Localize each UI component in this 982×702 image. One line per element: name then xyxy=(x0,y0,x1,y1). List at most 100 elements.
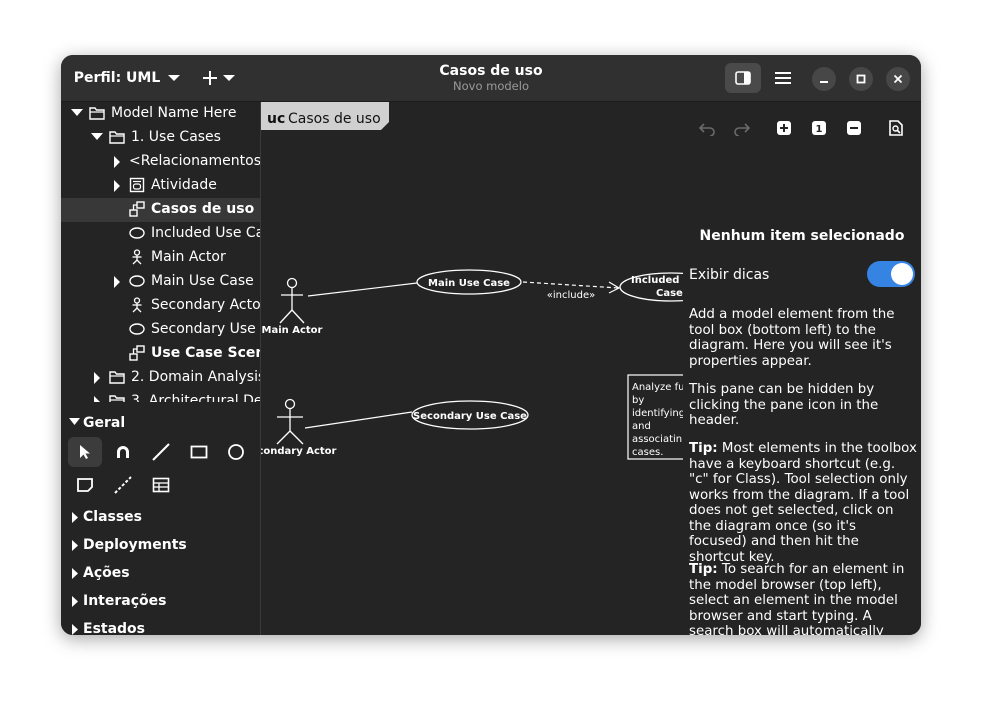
sidebar-pane-icon xyxy=(735,71,751,85)
toggle-knob xyxy=(891,263,913,285)
toolbox-section-estados[interactable]: Estados xyxy=(61,618,260,635)
toolbox-section-label: Estados xyxy=(83,621,146,635)
toolbox-section-label: Interações xyxy=(83,593,167,609)
table-icon xyxy=(152,477,170,493)
maximize-icon xyxy=(856,74,866,84)
comment-icon xyxy=(77,478,93,492)
tree-item[interactable]: Model Name Here xyxy=(61,102,260,126)
tree-item[interactable]: Use Case Scenarios xyxy=(61,342,260,366)
tree-item-label: Secondary Actor xyxy=(151,297,260,313)
diagram-svg[interactable]: uc Casos de uso Main Actor Main Use Case… xyxy=(261,102,683,635)
comment-tool[interactable] xyxy=(68,470,102,500)
model-browser[interactable]: Model Name Here 1. Use Cases <Relacionam… xyxy=(61,102,260,404)
comment-line: associatin xyxy=(632,434,682,445)
maximize-button[interactable] xyxy=(849,67,873,91)
include-dependency[interactable] xyxy=(522,281,620,289)
close-icon xyxy=(893,74,903,84)
toolbox-section-acoes[interactable]: Ações xyxy=(61,562,260,586)
svg-text:1: 1 xyxy=(816,124,823,135)
chevron-down-icon xyxy=(69,418,80,425)
tree-item[interactable]: Secondary Use Case xyxy=(61,318,260,342)
show-hints-toggle[interactable] xyxy=(867,261,915,287)
line-tool[interactable] xyxy=(144,437,178,467)
zoom-fit-icon[interactable] xyxy=(888,120,904,136)
expander-collapsed-icon[interactable] xyxy=(113,156,121,168)
toolbox-section-classes[interactable]: Classes xyxy=(61,506,260,530)
association-line[interactable] xyxy=(307,282,418,297)
main-use-case-label: Main Use Case xyxy=(428,278,510,289)
main-menu-button[interactable] xyxy=(765,63,801,93)
tip-label: Tip: xyxy=(689,562,718,577)
comment-line: cases. xyxy=(632,447,663,458)
tree-item-label: 1. Use Cases xyxy=(131,129,221,145)
redo-icon[interactable] xyxy=(733,122,751,136)
secondary-actor[interactable] xyxy=(276,398,304,445)
metadata-tool[interactable] xyxy=(144,470,178,500)
tip-text: To search for an element in the model br… xyxy=(689,562,905,635)
tree-item-label: Secondary Use Case xyxy=(151,321,260,337)
comment-line: and xyxy=(632,421,651,432)
expander-collapsed-icon[interactable] xyxy=(113,180,121,192)
hint-paragraph: This pane can be hidden by clicking the … xyxy=(689,382,879,428)
tree-item[interactable]: <Relacionamentos> xyxy=(61,150,260,174)
expander-expanded-icon[interactable] xyxy=(91,132,103,142)
tree-item-selected[interactable]: Casos de uso xyxy=(61,198,260,222)
box-tool[interactable] xyxy=(182,437,216,467)
toolbox-section-label: Classes xyxy=(83,509,143,525)
diagram-canvas[interactable]: uc Casos de uso Main Actor Main Use Case… xyxy=(260,102,684,635)
magnet-tool[interactable] xyxy=(106,437,140,467)
tree-item-label: 2. Domain Analysis xyxy=(131,369,260,385)
folder-icon xyxy=(89,107,105,120)
toggle-pane-button[interactable] xyxy=(725,63,761,93)
toolbox-section-label: Geral xyxy=(83,415,126,431)
tip-paragraph: Tip: To search for an element in the mod… xyxy=(689,562,917,635)
hint-paragraph: Add a model element from the tool box (b… xyxy=(689,307,895,369)
actor-icon xyxy=(132,249,142,265)
ellipse-tool[interactable] xyxy=(219,437,253,467)
zoom-100-icon[interactable]: 1 xyxy=(811,120,827,136)
minimize-button[interactable] xyxy=(812,67,836,91)
toolbox-section-deployments[interactable]: Deployments xyxy=(61,534,260,558)
use-case-icon xyxy=(129,227,145,239)
header-bar: Perfil: UML Casos de uso Novo modelo xyxy=(61,55,921,102)
tree-item-label: Included Use Case xyxy=(151,225,260,241)
comment-line: identifying xyxy=(632,408,683,419)
toolbox-section-interacoes[interactable]: Interações xyxy=(61,590,260,614)
activity-icon xyxy=(129,177,145,193)
secondary-actor-label: Secondary Actor xyxy=(261,446,337,457)
toolbox-section-label: Deployments xyxy=(83,537,187,553)
no-selection-heading: Nenhum item selecionado xyxy=(699,228,905,244)
tree-item-label: Atividade xyxy=(151,177,217,193)
tree-item-label: Casos de uso xyxy=(151,201,255,217)
toolbox-section-geral[interactable]: Geral xyxy=(61,412,260,436)
tree-item[interactable]: 2. Domain Analysis xyxy=(61,366,260,390)
zoom-in-icon[interactable] xyxy=(776,120,792,136)
expander-expanded-icon[interactable] xyxy=(71,108,83,118)
main-actor[interactable] xyxy=(279,277,305,324)
tree-item[interactable]: Secondary Actor xyxy=(61,294,260,318)
comment-line-tool[interactable] xyxy=(106,470,140,500)
chevron-right-icon xyxy=(72,540,78,551)
tree-item[interactable]: Main Actor xyxy=(61,246,260,270)
diagram-frame-name: Casos de uso xyxy=(288,111,381,127)
association-line[interactable] xyxy=(304,411,413,429)
tree-item-label: Main Use Case xyxy=(151,273,254,289)
close-button[interactable] xyxy=(886,67,910,91)
diagram-icon xyxy=(129,201,145,217)
tree-item[interactable]: 1. Use Cases xyxy=(61,126,260,150)
tree-item[interactable]: Atividade xyxy=(61,174,260,198)
minimize-icon xyxy=(820,81,828,83)
undo-icon[interactable] xyxy=(698,122,716,136)
expander-collapsed-icon[interactable] xyxy=(93,372,101,384)
zoom-out-icon[interactable] xyxy=(846,120,862,136)
dashed-line-icon xyxy=(114,476,132,494)
secondary-use-case-label: Secondary Use Case xyxy=(413,411,527,422)
included-use-case-label: Case xyxy=(656,288,683,299)
expander-collapsed-icon[interactable] xyxy=(113,276,121,288)
tree-item[interactable]: Main Use Case xyxy=(61,270,260,294)
tree-item[interactable]: Included Use Case xyxy=(61,222,260,246)
tip-paragraph: Tip: Most elements in the toolbox have a… xyxy=(689,441,917,565)
tip-text: Most elements in the toolbox have a keyb… xyxy=(689,441,917,565)
line-icon xyxy=(152,443,170,461)
pointer-tool[interactable] xyxy=(68,437,102,467)
